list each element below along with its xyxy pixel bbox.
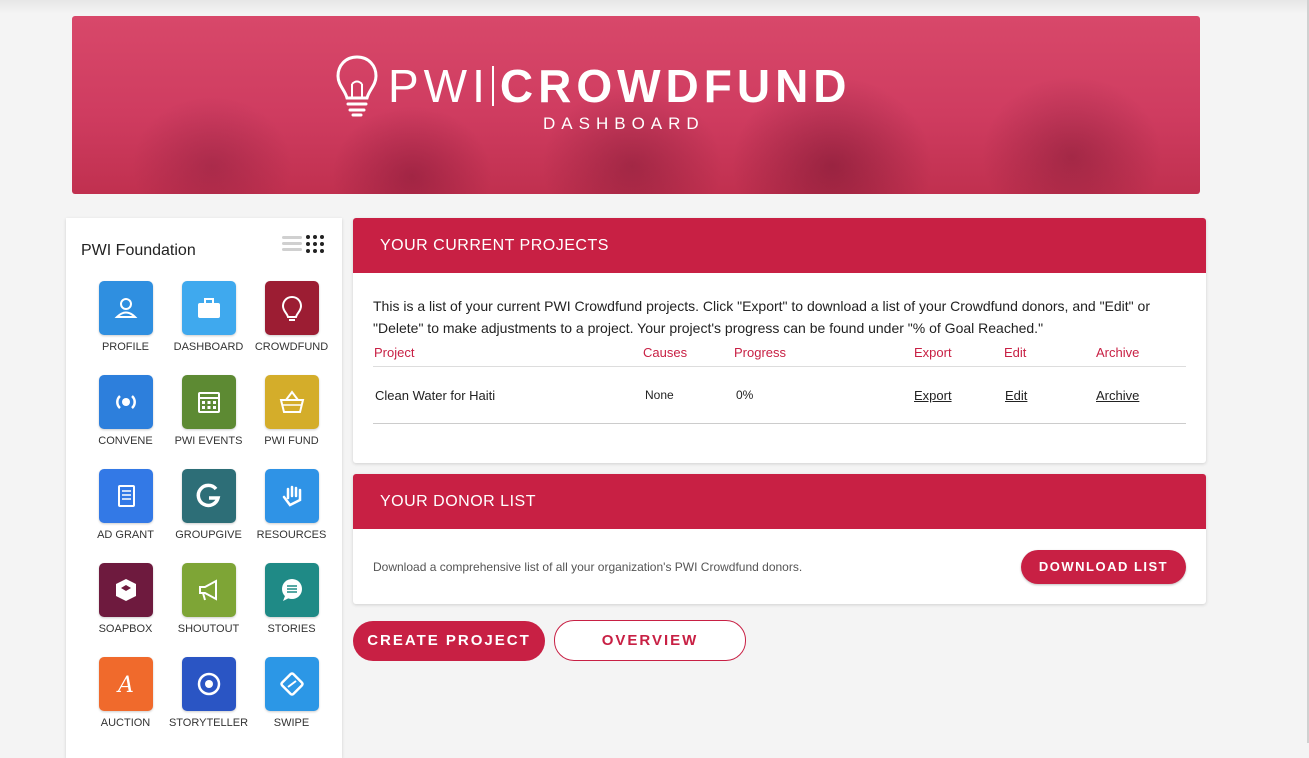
app-soapbox[interactable]: SOAPBOX bbox=[84, 563, 167, 657]
grid-view-icon[interactable] bbox=[306, 235, 328, 253]
briefcase-icon[interactable] bbox=[181, 281, 236, 335]
basket-icon[interactable] bbox=[264, 375, 319, 429]
edit-link[interactable]: Edit bbox=[1005, 388, 1027, 403]
projects-intro: This is a list of your current PWI Crowd… bbox=[373, 298, 1150, 336]
calendar-icon[interactable] bbox=[181, 375, 236, 429]
app-label: RESOURCES bbox=[256, 529, 327, 541]
target-icon[interactable] bbox=[181, 657, 236, 711]
lightbulb-icon[interactable] bbox=[264, 281, 319, 335]
app-ad-grant[interactable]: AD GRANT bbox=[84, 469, 167, 563]
megaphone-icon[interactable] bbox=[181, 563, 236, 617]
brand-bold-text: CROWDFUND bbox=[499, 60, 852, 112]
app-convene[interactable]: CONVENE bbox=[84, 375, 167, 469]
app-profile[interactable]: PROFILE bbox=[84, 281, 167, 375]
brand-light-text: PWI bbox=[388, 60, 490, 112]
app-label: AUCTION bbox=[100, 717, 151, 729]
project-name: Clean Water for Haiti bbox=[375, 388, 496, 403]
svg-text:A: A bbox=[116, 673, 134, 698]
app-stories[interactable]: STORIES bbox=[250, 563, 333, 657]
project-progress: 0% bbox=[736, 388, 754, 402]
app-resources[interactable]: RESOURCES bbox=[250, 469, 333, 563]
org-name: PWI Foundation bbox=[81, 242, 196, 259]
col-edit: Edit bbox=[1004, 345, 1027, 360]
overview-button[interactable]: OVERVIEW bbox=[554, 620, 746, 661]
app-label: SHOUTOUT bbox=[177, 623, 240, 635]
archive-link[interactable]: Archive bbox=[1096, 388, 1139, 403]
col-project: Project bbox=[374, 345, 415, 360]
app-label: SWIPE bbox=[273, 717, 310, 729]
app-label: AD GRANT bbox=[97, 529, 154, 541]
swipe-icon[interactable] bbox=[264, 657, 319, 711]
app-shoutout[interactable]: SHOUTOUT bbox=[167, 563, 250, 657]
current-projects-title: YOUR CURRENT PROJECTS bbox=[353, 218, 1206, 273]
col-archive: Archive bbox=[1096, 345, 1140, 360]
soapbox-icon[interactable] bbox=[98, 563, 153, 617]
app-swipe[interactable]: SWIPE bbox=[250, 657, 333, 751]
app-label: SOAPBOX bbox=[98, 623, 153, 635]
convene-icon[interactable] bbox=[98, 375, 153, 429]
profile-icon[interactable] bbox=[98, 281, 153, 335]
app-crowdfund[interactable]: CROWDFUND bbox=[250, 281, 333, 375]
top-shade bbox=[0, 0, 1309, 14]
create-project-button[interactable]: CREATE PROJECT bbox=[353, 621, 545, 661]
app-pwi-events[interactable]: PWI EVENTS bbox=[167, 375, 250, 469]
auction-icon[interactable]: A bbox=[98, 657, 153, 711]
donor-list-card: YOUR DONOR LIST Download a comprehensive… bbox=[353, 474, 1206, 604]
download-list-button[interactable]: DOWNLOAD LIST bbox=[1021, 550, 1186, 584]
donor-list-title: YOUR DONOR LIST bbox=[353, 474, 1206, 529]
brand-title: PWI CROWDFUND bbox=[388, 60, 852, 112]
app-label: STORYTELLER bbox=[168, 717, 249, 729]
app-label: GROUPGIVE bbox=[175, 529, 242, 541]
table-row: Clean Water for Haiti None 0% Export Edi… bbox=[373, 368, 1186, 424]
app-label: DASHBOARD bbox=[173, 341, 244, 353]
hero-banner: PWI CROWDFUND DASHBOARD bbox=[72, 16, 1200, 194]
app-label: PROFILE bbox=[101, 341, 150, 353]
app-label: STORIES bbox=[267, 623, 316, 635]
col-causes: Causes bbox=[643, 345, 688, 360]
col-progress: Progress bbox=[734, 345, 787, 360]
chat-icon[interactable] bbox=[264, 563, 319, 617]
project-causes: None bbox=[645, 388, 674, 402]
lightbulb-logo-icon bbox=[336, 55, 378, 117]
brand-separator bbox=[491, 66, 494, 106]
app-pwi-fund[interactable]: PWI FUND bbox=[250, 375, 333, 469]
list-view-icon[interactable] bbox=[282, 236, 302, 252]
app-label: PWI EVENTS bbox=[174, 435, 243, 447]
app-storyteller[interactable]: STORYTELLER bbox=[167, 657, 250, 751]
app-dashboard[interactable]: DASHBOARD bbox=[167, 281, 250, 375]
donor-list-description: Download a comprehensive list of all you… bbox=[373, 560, 803, 574]
app-groupgive[interactable]: GROUPGIVE bbox=[167, 469, 250, 563]
app-auction[interactable]: A AUCTION bbox=[84, 657, 167, 751]
app-label: PWI FUND bbox=[264, 435, 319, 447]
app-sidebar: PWI Foundation PROFILE DASHBOARD CROWDFUND… bbox=[66, 218, 342, 758]
export-link[interactable]: Export bbox=[914, 388, 952, 403]
projects-table-header: Project Causes Progress Export Edit Arch… bbox=[373, 344, 1186, 367]
scroll-icon[interactable] bbox=[98, 469, 153, 523]
app-label: CONVENE bbox=[98, 435, 153, 447]
groupgive-icon[interactable] bbox=[181, 469, 236, 523]
col-export: Export bbox=[914, 345, 952, 360]
current-projects-card: YOUR CURRENT PROJECTS This is a list of … bbox=[353, 218, 1206, 463]
brand-subtitle: DASHBOARD bbox=[543, 114, 705, 133]
app-grid: PROFILE DASHBOARD CROWDFUND CONVENE PWI EVEN… bbox=[84, 281, 334, 751]
hand-icon[interactable] bbox=[264, 469, 319, 523]
app-label: CROWDFUND bbox=[254, 341, 329, 353]
